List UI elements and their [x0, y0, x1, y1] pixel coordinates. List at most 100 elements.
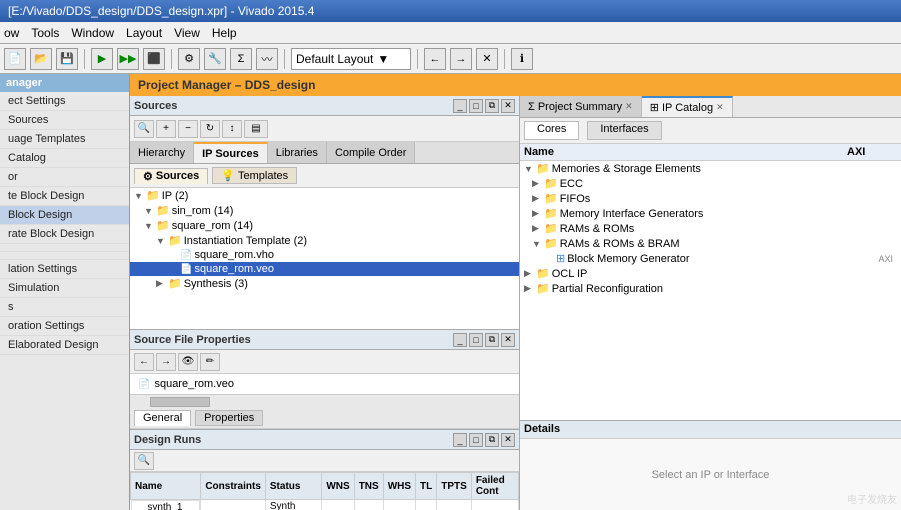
sources-minimize[interactable]: _ — [453, 99, 467, 113]
sfp-back[interactable]: ← — [134, 353, 154, 371]
sfp-edit[interactable]: ✏ — [200, 353, 220, 371]
toolbar-stop[interactable]: ⬛ — [143, 48, 165, 70]
sidebar-item-sim-settings[interactable]: lation Settings — [0, 260, 129, 279]
tab-project-summary[interactable]: Σ Project Summary ✕ — [520, 96, 642, 117]
sidebar-item-simulation[interactable]: Simulation — [0, 279, 129, 298]
ip-col-axi-header: AXI — [847, 146, 897, 158]
sidebar-item-settings[interactable]: ect Settings — [0, 92, 129, 111]
design-runs-panel: Design Runs _ □ ⧉ ✕ 🔍 — [130, 430, 519, 510]
tab-compile-order[interactable]: Compile Order — [327, 142, 416, 163]
ip-ocl[interactable]: ▶ 📁 OCL IP — [520, 266, 901, 281]
project-summary-close[interactable]: ✕ — [625, 101, 633, 112]
sources-maximize[interactable]: □ — [469, 99, 483, 113]
ip-rams-roms-bram[interactable]: ▼ 📁 RAMs & ROMs & BRAM — [520, 236, 901, 251]
ip-partial-reconfig[interactable]: ▶ 📁 Partial Reconfiguration — [520, 281, 901, 296]
toolbar-new[interactable]: 📄 — [4, 48, 26, 70]
ip-ecc[interactable]: ▶ 📁 ECC — [520, 176, 901, 191]
toolbar-x[interactable]: ✕ — [476, 48, 498, 70]
toolbar-info[interactable]: ℹ — [511, 48, 533, 70]
src-add[interactable]: + — [156, 120, 176, 138]
ip-item-icon: ⊞ — [556, 252, 565, 265]
sub-tab-sources[interactable]: ⚙ Sources — [134, 168, 208, 184]
dr-maximize[interactable]: □ — [469, 433, 483, 447]
sidebar-item-elab-design[interactable]: Elaborated Design — [0, 336, 129, 355]
sidebar-item-elab-settings[interactable]: oration Settings — [0, 317, 129, 336]
menu-help[interactable]: Help — [212, 26, 237, 40]
sfp-panel: Source File Properties _ □ ⧉ ✕ ← → 👁 ✏ — [130, 330, 519, 430]
sidebar-item-catalog[interactable]: Catalog — [0, 149, 129, 168]
tree-ip[interactable]: ▼ 📁 IP (2) — [130, 188, 519, 203]
dr-close[interactable]: ✕ — [501, 433, 515, 447]
sfp-tab-properties[interactable]: Properties — [195, 410, 263, 426]
tab-hierarchy[interactable]: Hierarchy — [130, 142, 194, 163]
ip-subtab-cores[interactable]: Cores — [524, 121, 579, 140]
ip-memories[interactable]: ▼ 📁 Memories & Storage Elements — [520, 161, 901, 176]
menu-layout[interactable]: Layout — [126, 26, 162, 40]
expand-icon: ▶ — [524, 283, 534, 294]
dr-search[interactable]: 🔍 — [134, 452, 154, 470]
toolbar-sigma[interactable]: Σ — [230, 48, 252, 70]
ip-rams-roms[interactable]: ▶ 📁 RAMs & ROMs — [520, 221, 901, 236]
sfp-float[interactable]: ⧉ — [485, 333, 499, 347]
sidebar-item-or[interactable]: or — [0, 168, 129, 187]
toolbar-run2[interactable]: ▶▶ — [117, 48, 139, 70]
ip-block-memory[interactable]: ⊞ Block Memory Generator AXI — [520, 251, 901, 266]
expand-icon: ▼ — [144, 221, 154, 231]
sidebar-item-create-bd[interactable]: te Block Design — [0, 187, 129, 206]
ip-catalog-close[interactable]: ✕ — [716, 102, 724, 113]
tab-libraries[interactable]: Libraries — [268, 142, 327, 163]
tab-ip-sources[interactable]: IP Sources — [194, 142, 268, 163]
right-panel: Σ Project Summary ✕ ⊞ IP Catalog ✕ Cores — [520, 96, 901, 510]
sidebar-item-block-design[interactable]: Block Design — [0, 206, 129, 225]
toolbar-run[interactable]: ▶ — [91, 48, 113, 70]
src-move[interactable]: ↕ — [222, 120, 242, 138]
toolbar-gear[interactable]: ⚙ — [178, 48, 200, 70]
menu-ow[interactable]: ow — [4, 26, 19, 40]
sfp-minimize[interactable]: _ — [453, 333, 467, 347]
src-refresh[interactable]: ↻ — [200, 120, 220, 138]
project-manager-bar: Project Manager – DDS_design — [130, 74, 901, 96]
src-search[interactable]: 🔍 — [134, 120, 154, 138]
ip-icon: ⊞ — [650, 101, 659, 114]
sfp-maximize[interactable]: □ — [469, 333, 483, 347]
layout-dropdown[interactable]: Default Layout ▼ — [291, 48, 411, 70]
tree-synthesis[interactable]: ▶ 📁 Synthesis (3) — [130, 276, 519, 291]
tree-inst-template[interactable]: ▼ 📁 Instantiation Template (2) — [130, 233, 519, 248]
tree-square-vho[interactable]: 📄 square_rom.vho — [130, 248, 519, 262]
sfp-tab-general[interactable]: General — [134, 410, 191, 426]
templates-icon: 💡 — [221, 169, 235, 182]
toolbar-save[interactable]: 💾 — [56, 48, 78, 70]
sfp-view[interactable]: 👁 — [178, 353, 198, 371]
tree-square-veo[interactable]: 📄 square_rom.veo — [130, 262, 519, 276]
dr-float[interactable]: ⧉ — [485, 433, 499, 447]
tree-square-rom[interactable]: ▼ 📁 square_rom (14) — [130, 218, 519, 233]
sources-close[interactable]: ✕ — [501, 99, 515, 113]
sub-tab-templates[interactable]: 💡 Templates — [212, 167, 297, 184]
toolbar-wrench[interactable]: 🔧 — [204, 48, 226, 70]
toolbar-wave[interactable]: 〰 — [256, 48, 278, 70]
sfp-scrollbar[interactable] — [130, 394, 519, 408]
sfp-close[interactable]: ✕ — [501, 333, 515, 347]
expand-icon: ▶ — [524, 268, 534, 279]
dr-minimize[interactable]: _ — [453, 433, 467, 447]
toolbar-arrow2[interactable]: → — [450, 48, 472, 70]
tab-ip-catalog[interactable]: ⊞ IP Catalog ✕ — [642, 96, 733, 117]
menu-view[interactable]: View — [174, 26, 200, 40]
menu-window[interactable]: Window — [71, 26, 114, 40]
tree-sin-rom[interactable]: ▼ 📁 sin_rom (14) — [130, 203, 519, 218]
menu-tools[interactable]: Tools — [31, 26, 59, 40]
src-remove[interactable]: − — [178, 120, 198, 138]
ip-mig[interactable]: ▶ 📁 Memory Interface Generators — [520, 206, 901, 221]
toolbar-arrow1[interactable]: ← — [424, 48, 446, 70]
ip-subtab-interfaces[interactable]: Interfaces — [587, 121, 661, 140]
sidebar-item-templates[interactable]: uage Templates — [0, 130, 129, 149]
sidebar-item-sources[interactable]: Sources — [0, 111, 129, 130]
sources-float[interactable]: ⧉ — [485, 99, 499, 113]
sfp-forward[interactable]: → — [156, 353, 176, 371]
ip-fifos[interactable]: ▶ 📁 FIFOs — [520, 191, 901, 206]
src-grid[interactable]: ▤ — [244, 120, 268, 138]
toolbar-open[interactable]: 📂 — [30, 48, 52, 70]
table-row[interactable]: ▼ synth_1 (active) Synth Design 1... — [131, 500, 519, 510]
sfp-scroll-thumb[interactable] — [150, 397, 210, 407]
sidebar-item-rate-bd[interactable]: rate Block Design — [0, 225, 129, 244]
